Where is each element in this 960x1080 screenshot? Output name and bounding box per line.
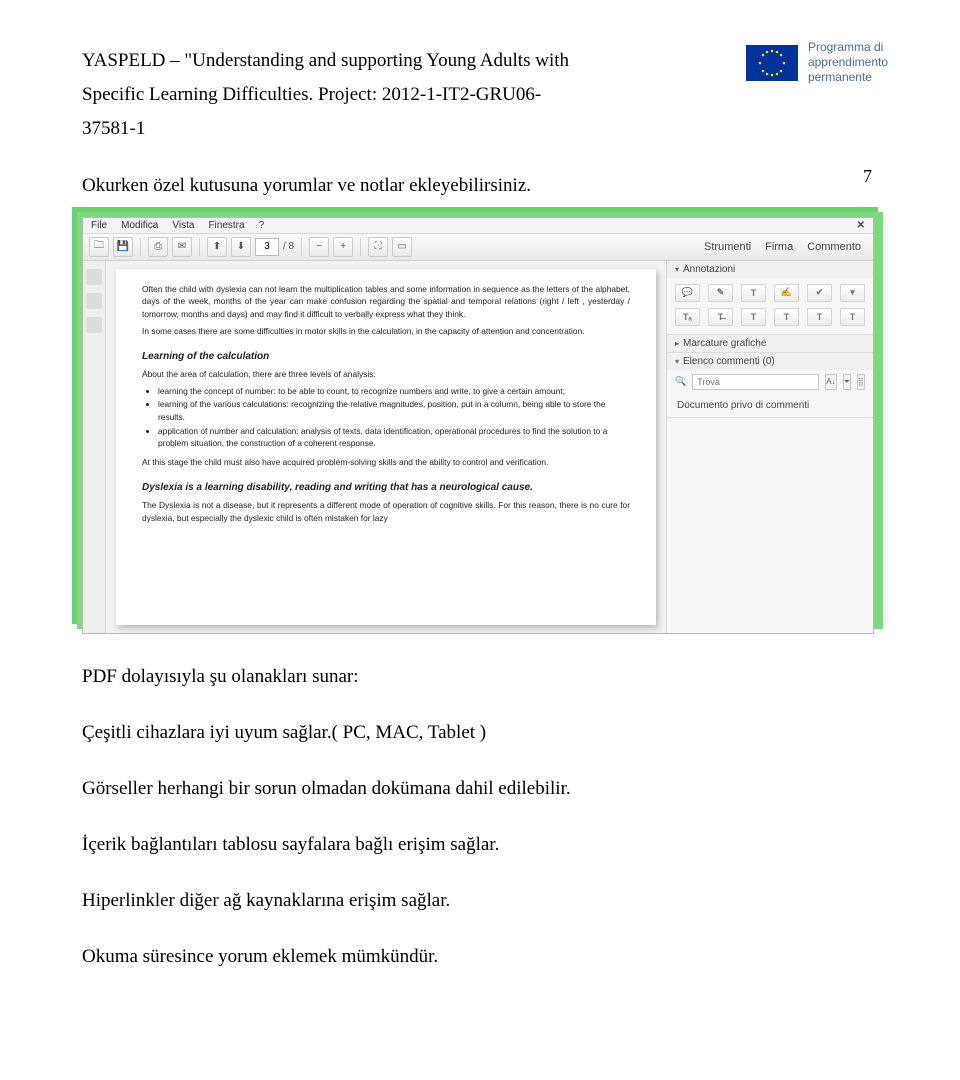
filter-icon[interactable]: ⏷ — [843, 374, 851, 390]
project-code-part: Project: 2012-1-IT2-GRU06- — [313, 84, 541, 105]
doc-bullet: application of number and calculation: a… — [158, 425, 630, 450]
find-input[interactable] — [692, 374, 819, 390]
underline-icon[interactable]: T — [741, 308, 766, 326]
para: Okuma süresince yorum eklemek mümkündür. — [82, 938, 888, 975]
para: Çeşitli cihazlara iyi uyum sağlar.( PC, … — [82, 714, 888, 751]
options-icon[interactable]: ⣿ — [857, 374, 865, 390]
project-title-part: "Understanding and supporting Young Adul… — [184, 50, 569, 71]
close-icon[interactable]: ✕ — [857, 220, 865, 231]
post-screenshot-text: PDF dolayısıyla şu olanakları sunar: Çeş… — [82, 658, 888, 975]
programma-line: apprendimento — [808, 55, 888, 70]
funder-logo: Programma di apprendimento permanente — [746, 40, 888, 85]
search-icon: 🔍 — [675, 376, 686, 387]
menu-modifica[interactable]: Modifica — [121, 220, 158, 231]
find-row: 🔍 A↓ ⏷ ⣿ — [667, 370, 873, 394]
fit-page-icon[interactable]: ▭ — [392, 237, 412, 257]
tab-firma[interactable]: Firma — [765, 241, 793, 253]
doc-header: 37581-1 — [82, 112, 888, 146]
reader-menubar: File Modifica Vista Finestra ? ✕ — [83, 218, 873, 234]
zoom-out-icon[interactable]: − — [309, 237, 329, 257]
menu-finestra[interactable]: Finestra — [208, 220, 244, 231]
para: İçerik bağlantıları tablosu sayfalara ba… — [82, 826, 888, 863]
doc-bullet: learning the concept of number: to be ab… — [158, 385, 630, 398]
fit-width-icon[interactable]: ⛶ — [368, 237, 388, 257]
thumbnails-icon[interactable] — [86, 269, 102, 285]
text-comment-icon[interactable]: T — [741, 284, 766, 302]
programma-line: permanente — [808, 70, 888, 85]
more-tools-icon[interactable]: T — [840, 308, 865, 326]
doc-paragraph: Often the child with dyslexia can not le… — [142, 283, 630, 321]
pdf-reader-screenshot: File Modifica Vista Finestra ? ✕ 🗀 💾 ⎙ ✉… — [82, 217, 888, 634]
page-total-label: / 8 — [283, 241, 294, 252]
doc-bullet-list: learning the concept of number: to be ab… — [158, 385, 630, 450]
para: Görseller herhangi bir sorun olmadan dok… — [82, 770, 888, 807]
sort-icon[interactable]: A↓ — [825, 374, 836, 390]
project-acronym: YASPELD – — [82, 50, 184, 71]
doc-bullet: learning of the various calculations: re… — [158, 398, 630, 423]
reader-toolbar: 🗀 💾 ⎙ ✉ ⬆ ⬇ 3 / 8 − + ⛶ ▭ Strumenti Firm… — [83, 234, 873, 261]
annotation-tools-grid: 💬 ✎ T ✍ ✔ ▾ Tₐ T̶ T T T T — [667, 278, 873, 334]
zoom-in-icon[interactable]: + — [333, 237, 353, 257]
doc-paragraph: At this stage the child must also have a… — [142, 456, 630, 469]
menu-help[interactable]: ? — [259, 220, 265, 231]
reader-document-page: Often the child with dyslexia can not le… — [116, 269, 656, 625]
doc-heading: Dyslexia is a learning disability, readi… — [142, 480, 630, 495]
highlight-icon[interactable]: ✎ — [708, 284, 733, 302]
bookmarks-icon[interactable] — [86, 293, 102, 309]
para: Hiperlinkler diğer ağ kaynaklarına erişi… — [82, 882, 888, 919]
open-file-icon[interactable]: 🗀 — [89, 237, 109, 257]
no-comments-label: Documento privo di commenti — [667, 394, 873, 417]
reader-comments-panel: Annotazioni 💬 ✎ T ✍ ✔ ▾ Tₐ T̶ T T — [666, 261, 873, 633]
insert-text-icon[interactable]: Tₐ — [675, 308, 700, 326]
panel-marcature-header[interactable]: Marcature grafiche — [667, 335, 873, 352]
panel-elenco-header[interactable]: Elenco commenti (0) — [667, 353, 873, 370]
tab-strumenti[interactable]: Strumenti — [704, 241, 751, 253]
textbox-icon[interactable]: T — [774, 308, 799, 326]
save-icon[interactable]: 💾 — [113, 237, 133, 257]
reader-document-area: Often the child with dyslexia can not le… — [106, 261, 666, 633]
page-nav-down-icon[interactable]: ⬇ — [231, 237, 251, 257]
programma-line: Programma di — [808, 40, 888, 55]
project-code-part: 37581-1 — [82, 118, 145, 139]
reader-left-sidebar — [83, 261, 106, 633]
mail-icon[interactable]: ✉ — [172, 237, 192, 257]
stamp-icon[interactable]: ✔ — [807, 284, 832, 302]
page-current-input[interactable]: 3 — [255, 238, 279, 256]
page-number: 7 — [863, 166, 872, 187]
menu-file[interactable]: File — [91, 220, 107, 231]
panel-annotazioni-header[interactable]: Annotazioni — [667, 261, 873, 278]
sticky-note-icon[interactable]: 💬 — [675, 284, 700, 302]
pdf-reader-window: File Modifica Vista Finestra ? ✕ 🗀 💾 ⎙ ✉… — [82, 217, 874, 634]
programma-text: Programma di apprendimento permanente — [808, 40, 888, 85]
intro-paragraph: Okurken özel kutusuna yorumlar ve notlar… — [82, 169, 888, 203]
attachments-icon[interactable] — [86, 317, 102, 333]
print-icon[interactable]: ⎙ — [148, 237, 168, 257]
doc-paragraph: In some cases there are some difficultie… — [142, 325, 630, 338]
replace-text-icon[interactable]: T — [807, 308, 832, 326]
doc-paragraph: About the area of calculation, there are… — [142, 368, 630, 381]
tab-commento[interactable]: Commento — [807, 241, 861, 253]
doc-paragraph: The Dyslexia is not a disease, but it re… — [142, 499, 630, 524]
para: PDF dolayısıyla şu olanakları sunar: — [82, 658, 888, 695]
page-nav-up-icon[interactable]: ⬆ — [207, 237, 227, 257]
pen-icon[interactable]: ✍ — [774, 284, 799, 302]
eu-flag-icon — [746, 45, 798, 81]
project-title-part: Specific Learning Difficulties. — [82, 84, 313, 105]
menu-vista[interactable]: Vista — [172, 220, 194, 231]
attach-icon[interactable]: ▾ — [840, 284, 865, 302]
strike-icon[interactable]: T̶ — [708, 308, 733, 326]
doc-heading: Learning of the calculation — [142, 349, 630, 364]
